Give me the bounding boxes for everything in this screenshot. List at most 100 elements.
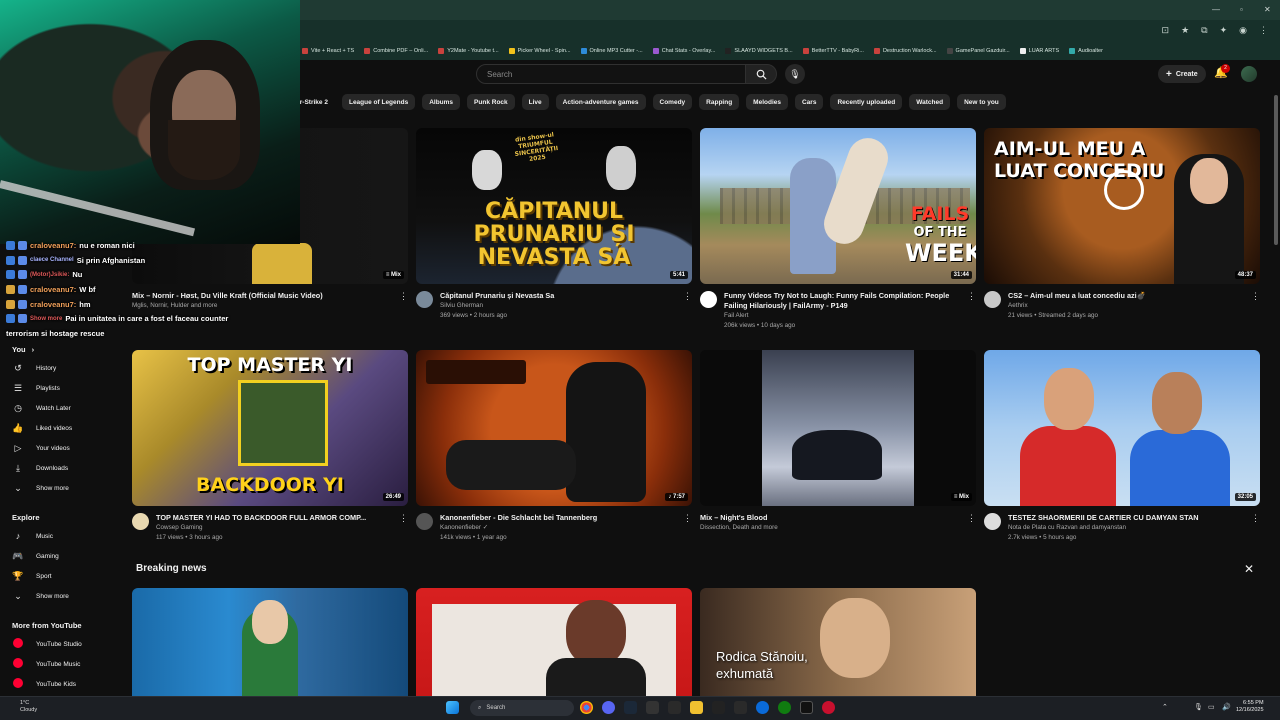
channel-name[interactable]: Fail Alert: [724, 311, 976, 321]
channel-avatar[interactable]: [132, 513, 149, 530]
app-icon[interactable]: [734, 701, 747, 714]
video-card[interactable]: AIM-UL MEU A LUAT CONCEDIU 48:37 CS2 – A…: [984, 128, 1260, 321]
video-title[interactable]: TOP MASTER YI HAD TO BACKDOOR FULL ARMOR…: [156, 513, 408, 523]
app-icon[interactable]: [646, 701, 659, 714]
channel-name[interactable]: Dissection, Death and more: [700, 523, 976, 533]
video-title[interactable]: Mix – Night's Blood: [700, 513, 976, 523]
bookmark[interactable]: BetterTTV - BabyRi...: [802, 48, 864, 54]
video-thumbnail[interactable]: AIM-UL MEU A LUAT CONCEDIU 48:37: [984, 128, 1260, 284]
app-icon[interactable]: [800, 701, 813, 714]
video-card[interactable]: FAILS OF THE WEEK 31:44 Funny Videos Try…: [700, 128, 976, 331]
chip[interactable]: Albums: [422, 94, 461, 110]
maximize-icon[interactable]: ▫: [1240, 5, 1243, 14]
channel-name[interactable]: Silviu Gherman: [440, 301, 692, 311]
chip[interactable]: Cars: [794, 94, 824, 110]
chip[interactable]: New to you: [957, 94, 1006, 110]
video-thumbnail[interactable]: 32:05: [984, 350, 1260, 506]
sidebar-section-you[interactable]: You ›: [0, 340, 120, 358]
network-icon[interactable]: ▭: [1208, 703, 1218, 713]
start-icon[interactable]: [446, 701, 459, 714]
sidebar-item-your-videos[interactable]: ▷ Your videos: [0, 438, 120, 458]
extensions-icon[interactable]: ✦: [1220, 25, 1228, 36]
chip[interactable]: Watched: [909, 94, 951, 110]
xbox-icon[interactable]: [778, 701, 791, 714]
video-card[interactable]: TOP MASTER YI BACKDOOR YI 26:49 TOP MAST…: [132, 350, 408, 543]
bookmark[interactable]: Vite + React + TS: [302, 48, 354, 54]
bookmark[interactable]: Picker Wheel - Spin...: [508, 48, 571, 54]
discord-icon[interactable]: [602, 701, 615, 714]
sidebar-item-downloads[interactable]: ⤓ Downloads: [0, 458, 120, 478]
channel-avatar[interactable]: [984, 513, 1001, 530]
search-button[interactable]: [745, 64, 777, 84]
channel-name[interactable]: Cowsep Gaming: [156, 523, 408, 533]
bookmark[interactable]: Y2Mate - Youtube t...: [438, 48, 499, 54]
voice-search-button[interactable]: 🎙: [785, 64, 805, 84]
search-input[interactable]: Search: [476, 64, 746, 84]
channel-name[interactable]: Nota de Plata cu Razvan and damyanstan: [1008, 523, 1260, 533]
more-options-icon[interactable]: ⋮: [1251, 513, 1260, 524]
sidebar-item-history[interactable]: ↺ History: [0, 358, 120, 378]
video-title[interactable]: Funny Videos Try Not to Laugh: Funny Fai…: [724, 291, 976, 311]
bookmark[interactable]: LUAR ARTS: [1019, 48, 1059, 54]
video-thumbnail[interactable]: TOP MASTER YI BACKDOOR YI 26:49: [132, 350, 408, 506]
steam-icon[interactable]: [624, 701, 637, 714]
channel-avatar[interactable]: [984, 291, 1001, 308]
video-thumbnail[interactable]: din show-ul TRIUMFUL SINCERITĂȚII 2025 C…: [416, 128, 692, 284]
sidebar-item-studio[interactable]: YouTube Studio: [0, 634, 120, 654]
sidebar-item-sport[interactable]: 🏆 Sport: [0, 566, 120, 586]
sidebar-item-music[interactable]: ♪ Music: [0, 526, 120, 546]
scrollbar-thumb[interactable]: [1274, 95, 1278, 245]
video-thumbnail[interactable]: ≡ Mix: [700, 350, 976, 506]
chip[interactable]: Comedy: [652, 94, 693, 110]
sidebar-item-yt-music[interactable]: YouTube Music: [0, 654, 120, 674]
app-icon[interactable]: [756, 701, 769, 714]
more-options-icon[interactable]: ⋮: [683, 513, 692, 524]
news-card[interactable]: [416, 588, 692, 696]
news-card[interactable]: [132, 588, 408, 696]
weather-widget[interactable]: 1°C Cloudy: [8, 700, 37, 714]
account-avatar[interactable]: [1241, 66, 1257, 82]
chip[interactable]: Melodies: [746, 94, 788, 110]
video-card[interactable]: ♪ 7:57 Kanonenfieber - Die Schlacht bei …: [416, 350, 692, 543]
news-card[interactable]: Rodica Stănoiu, exhumată: [700, 588, 976, 696]
sidebar-show-more[interactable]: ⌄ Show more: [0, 586, 120, 606]
video-card[interactable]: ≡ Mix Mix – Night's Blood Dissection, De…: [700, 350, 976, 533]
video-title[interactable]: CS2 – Aim-ul meu a luat concediu azi💣: [1008, 291, 1260, 301]
close-window-icon[interactable]: ✕: [1264, 5, 1271, 14]
sidebar-item-playlists[interactable]: ☰ Playlists: [0, 378, 120, 398]
app-icon[interactable]: [822, 701, 835, 714]
sidebar-item-watch-later[interactable]: ◷ Watch Later: [0, 398, 120, 418]
close-icon[interactable]: ✕: [1244, 562, 1254, 576]
chevron-up-icon[interactable]: ⌃: [1162, 703, 1172, 713]
chip[interactable]: Live: [521, 94, 549, 110]
bookmark[interactable]: Destruction Warlock...: [873, 48, 937, 54]
more-options-icon[interactable]: ⋮: [683, 291, 692, 302]
app-icon[interactable]: [712, 701, 725, 714]
video-thumbnail[interactable]: FAILS OF THE WEEK 31:44: [700, 128, 976, 284]
more-options-icon[interactable]: ⋮: [1251, 291, 1260, 302]
taskbar-search[interactable]: ⌕ Search: [470, 700, 574, 716]
chip[interactable]: Rapping: [699, 94, 740, 110]
channel-avatar[interactable]: [416, 513, 433, 530]
bookmark[interactable]: Audioalter: [1069, 48, 1103, 54]
folder-icon[interactable]: [690, 701, 703, 714]
app-icon[interactable]: [668, 701, 681, 714]
video-thumbnail[interactable]: ♪ 7:57: [416, 350, 692, 506]
bookmark[interactable]: SLAAYD WIDGETS B...: [725, 48, 793, 54]
minimize-icon[interactable]: —: [1212, 5, 1220, 14]
more-options-icon[interactable]: ⋮: [399, 513, 408, 524]
sidebar-item-yt-kids[interactable]: YouTube Kids: [0, 674, 120, 694]
menu-icon[interactable]: ⋮: [1259, 25, 1268, 36]
create-button[interactable]: + Create: [1158, 65, 1206, 83]
video-card[interactable]: din show-ul TRIUMFUL SINCERITĂȚII 2025 C…: [416, 128, 692, 321]
install-icon[interactable]: ⊡: [1162, 25, 1170, 36]
chip[interactable]: League of Legends: [341, 94, 416, 110]
bookmark[interactable]: GamePanel Gazduir...: [946, 48, 1010, 54]
video-title[interactable]: TESTEZ SHAORMERII DE CARTIER CU DAMYAN S…: [1008, 513, 1260, 523]
chip[interactable]: Recently uploaded: [830, 94, 903, 110]
chip[interactable]: Action-adventure games: [555, 94, 646, 110]
channel-name[interactable]: Aethrix: [1008, 301, 1260, 311]
sidebar-show-more[interactable]: ⌄ Show more: [0, 478, 120, 498]
sidebar-item-liked[interactable]: 👍 Liked videos: [0, 418, 120, 438]
profile-icon[interactable]: ◉: [1239, 25, 1247, 36]
